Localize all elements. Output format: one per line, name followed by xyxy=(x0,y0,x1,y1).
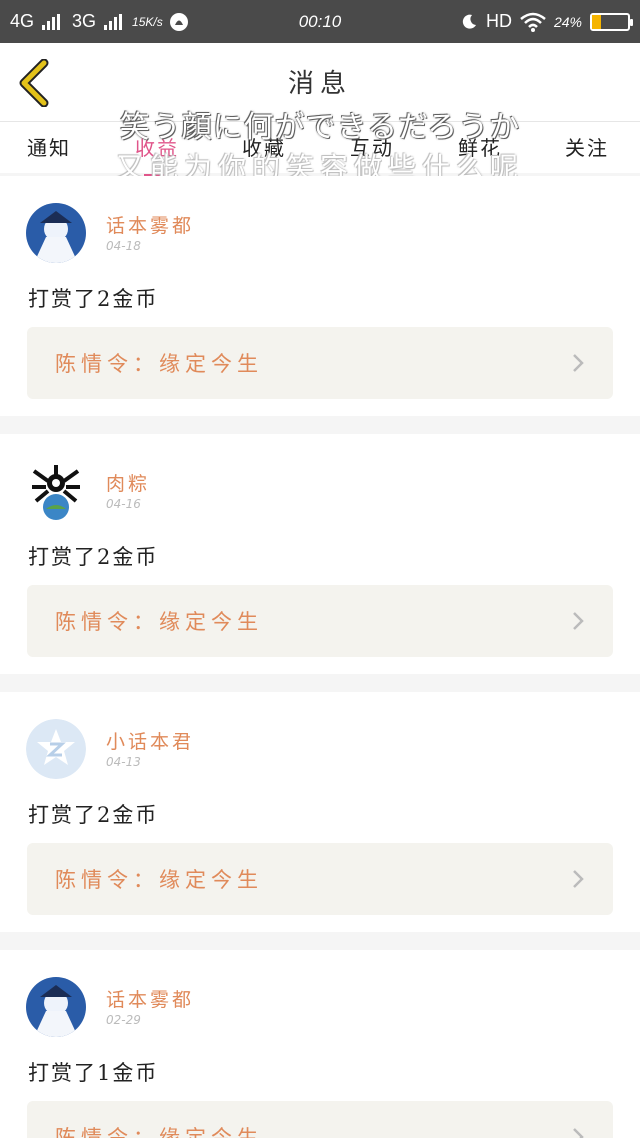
reward-text: 打赏了1金币 xyxy=(28,1061,159,1085)
avatar[interactable] xyxy=(26,203,86,263)
avatar[interactable] xyxy=(26,461,86,521)
chevron-right-icon xyxy=(573,1128,584,1138)
username[interactable]: 肉粽 xyxy=(106,469,150,496)
message-card: 小话本君 04-13 打赏了2金币 陈情令：缘定今生 xyxy=(0,692,640,932)
divider xyxy=(0,416,640,434)
work-title: 陈情令：缘定今生 xyxy=(55,1126,263,1138)
message-date: 02-29 xyxy=(106,1013,141,1027)
hd-label: HD xyxy=(485,11,512,31)
battery-percent: 24% xyxy=(553,13,582,30)
avatar[interactable] xyxy=(26,719,86,779)
signal-icon xyxy=(104,13,123,30)
reward-text: 打赏了2金币 xyxy=(28,803,159,827)
message-card: 话本雾都 02-29 打赏了1金币 陈情令：缘定今生 xyxy=(0,950,640,1138)
work-link[interactable]: 陈情令：缘定今生 xyxy=(27,843,613,915)
reward-text: 打赏了2金币 xyxy=(28,545,159,569)
network-label-3g: 3G xyxy=(72,11,97,31)
network-label-4g: 4G xyxy=(10,11,35,31)
username[interactable]: 话本雾都 xyxy=(106,211,194,238)
divider xyxy=(0,674,640,692)
work-link[interactable]: 陈情令：缘定今生 xyxy=(27,585,613,657)
chevron-right-icon xyxy=(573,354,584,372)
tab-notifications[interactable]: 通知 xyxy=(27,132,71,161)
tab-interactions[interactable]: 互动 xyxy=(350,132,394,161)
message-card: 肉粽 04-16 打赏了2金币 陈情令：缘定今生 xyxy=(0,434,640,674)
message-date: 04-16 xyxy=(106,497,141,511)
tab-earnings[interactable]: 收益 xyxy=(135,132,179,161)
work-title: 陈情令：缘定今生 xyxy=(55,610,263,634)
page-title: 消息 xyxy=(287,69,352,99)
battery-icon xyxy=(590,12,633,31)
moon-icon xyxy=(462,14,476,29)
message-card: 话本雾都 04-18 打赏了2金币 陈情令：缘定今生 xyxy=(0,176,640,416)
notification-app-icon xyxy=(169,12,188,31)
username[interactable]: 话本雾都 xyxy=(106,985,194,1012)
app-header: 消息 xyxy=(0,43,640,121)
network-speed: 15K/s xyxy=(132,14,163,29)
chevron-right-icon xyxy=(573,870,584,888)
message-date: 04-13 xyxy=(106,755,141,769)
tab-follows[interactable]: 关注 xyxy=(565,132,609,161)
avatar[interactable] xyxy=(26,977,86,1037)
status-left: 4G 3G 15K/s xyxy=(10,11,189,32)
status-bar: 4G 3G 15K/s 00:10 HD 24% xyxy=(0,0,640,43)
tab-flowers[interactable]: 鲜花 xyxy=(458,132,502,161)
message-feed: 话本雾都 04-18 打赏了2金币 陈情令：缘定今生 肉粽 04-16 打赏了2… xyxy=(0,176,640,1138)
work-title: 陈情令：缘定今生 xyxy=(55,868,263,892)
divider xyxy=(0,932,640,950)
reward-text: 打赏了2金币 xyxy=(28,287,159,311)
tab-favorites[interactable]: 收藏 xyxy=(242,132,286,161)
chevron-right-icon xyxy=(573,612,584,630)
work-title: 陈情令：缘定今生 xyxy=(55,352,263,376)
username[interactable]: 小话本君 xyxy=(106,727,194,754)
work-link[interactable]: 陈情令：缘定今生 xyxy=(27,1101,613,1138)
wifi-icon xyxy=(520,12,546,32)
battery-level-fill xyxy=(592,14,601,29)
signal-icon xyxy=(42,13,61,30)
status-right: HD 24% xyxy=(460,11,633,32)
tab-bar: 通知 收益 收藏 互动 鲜花 关注 xyxy=(0,121,640,173)
message-date: 04-18 xyxy=(106,239,141,253)
work-link[interactable]: 陈情令：缘定今生 xyxy=(27,327,613,399)
